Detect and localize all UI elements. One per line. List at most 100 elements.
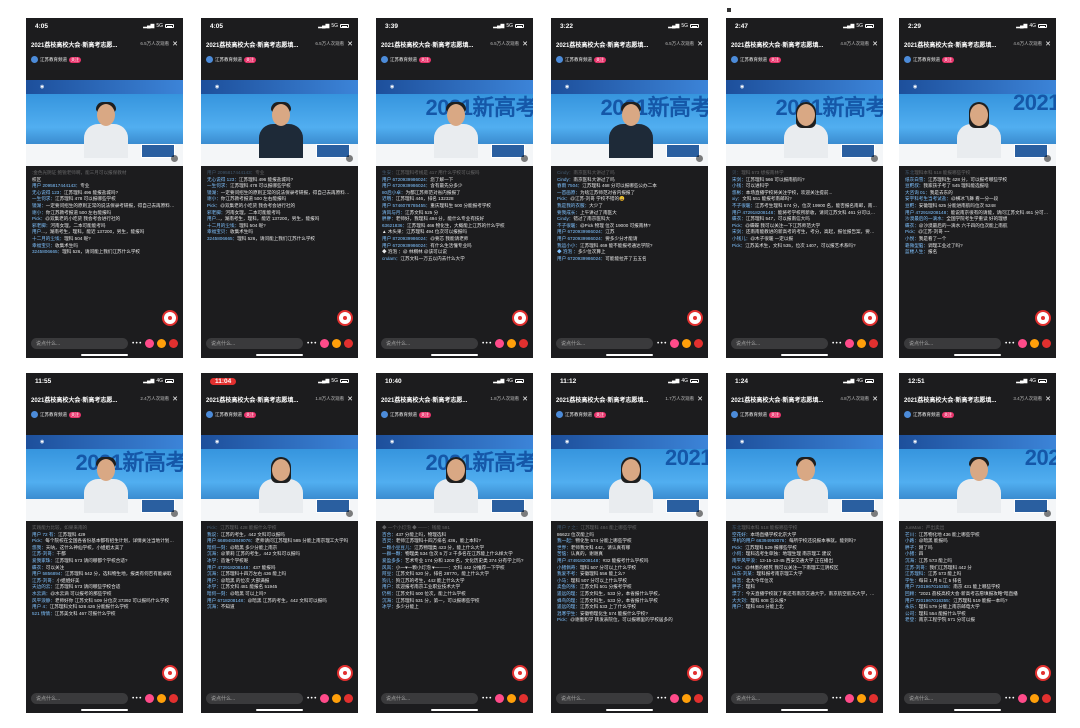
chat-username[interactable]: 用户 6720939986024： [382,243,430,248]
chat-username[interactable]: 用户 8720939986024： [382,236,430,241]
chat-username[interactable]: 十二月的尘埃： [207,223,239,228]
chat-username[interactable]: 用户 72 有： [32,532,58,537]
chat-username[interactable]: 小钱： [732,183,746,188]
gift-icon[interactable] [857,338,866,348]
gift-badge-icon[interactable] [337,310,353,326]
comment-input[interactable]: 说点什么... [904,692,1002,704]
chat-username[interactable]: 苦恼： [557,551,571,556]
chat-username[interactable]: 无心说得 123： [207,177,239,182]
live-video[interactable]: ◉ 2021新高考 [376,80,533,166]
chat-list[interactable]: :金色光阴证 鲍锐老师啊，能三月可以报保教材 校区 用户 2095817444143… [32,170,177,325]
chat-username[interactable]: 蝶衣： [32,565,46,570]
chat-list[interactable]: JunMan：严出卖出 芒川：江苏物化地 436 能上哪些学校 小路：@暗黑 能报吗… [905,525,1050,680]
chat-username[interactable]: 用户 6720939986024： [382,177,430,182]
chat-username[interactable]: 仍熙： [382,591,396,596]
chat-username[interactable]: 爱我家珠： [32,558,55,563]
chat-username[interactable]: 空花好： [732,532,750,537]
chat-username[interactable]: 用户 6718208148： [207,598,248,603]
chat-username[interactable]: 迟哦： [382,196,396,201]
chat-username[interactable]: 江苏理科： [905,571,928,576]
chat-username[interactable]: 蝶衣： [905,223,919,228]
fullscreen-icon[interactable] [171,510,178,517]
heart-icon[interactable] [495,338,504,348]
more-icon[interactable]: ••• [306,340,317,347]
chat-username[interactable]: Pick： [32,538,45,543]
chat-username[interactable]: Pick： [557,196,570,201]
chat-username[interactable]: 小何： [732,551,746,556]
chat-username[interactable]: 我运小小： [557,243,580,248]
gift-badge-icon[interactable] [687,665,703,681]
chat-username[interactable]: 阿豆： [382,571,396,576]
chat-username[interactable]: 用户 7201967016355： [905,598,953,603]
like-icon[interactable] [344,338,353,348]
like-icon[interactable] [344,693,353,703]
more-icon[interactable]: ••• [306,695,317,702]
comment-input[interactable]: 说点什么... [31,337,129,349]
chat-username[interactable]: xiy： [732,196,742,201]
fullscreen-icon[interactable] [346,510,353,517]
chat-username[interactable]: 春雨 7504： [557,183,582,188]
comment-input[interactable]: 说点什么... [731,337,829,349]
chat-username[interactable]: 幸福宝贝： [32,243,55,248]
live-video[interactable]: ◉ 2021新高考 [551,80,708,166]
chat-username[interactable]: 十二月的尘埃： [32,236,64,241]
chat-username[interactable]: 小马： [557,578,571,583]
chat-username[interactable]: 贝： [732,170,741,175]
chat-username[interactable]: 回顾： [905,591,919,596]
chat-username[interactable]: 我是我的衣服： [557,203,589,208]
follow-button[interactable]: 关注 [769,56,781,63]
chat-username[interactable]: 靠微型脑： [905,243,928,248]
chat-username[interactable]: 暗何一刻： [207,545,230,550]
follow-button[interactable]: 关注 [419,411,431,418]
more-icon[interactable]: ••• [131,695,142,702]
chat-username[interactable]: 宋剑： [732,229,746,234]
chat-username[interactable]: 江苏-刘哥： [905,565,930,570]
chat-username[interactable]: Pick： [732,545,745,550]
live-video[interactable]: ◉ 2021 [899,80,1056,166]
comment-input[interactable]: 说点什么... [206,337,304,349]
chat-username[interactable]: Pick： [207,525,220,530]
chat-username[interactable]: 胖胖： [382,216,396,221]
like-icon[interactable] [169,693,178,703]
avatar[interactable] [381,56,388,63]
close-icon[interactable]: ✕ [872,40,878,48]
chat-username[interactable]: Pick： [32,216,45,221]
chat-username[interactable]: 百灵： [382,538,396,543]
chat-username[interactable]: 用户 2095817444143： [32,183,80,188]
gift-badge-icon[interactable] [162,310,178,326]
follow-button[interactable]: 关注 [942,411,954,418]
more-icon[interactable]: ••• [831,695,842,702]
close-icon[interactable]: ✕ [347,395,353,403]
close-icon[interactable]: ✕ [172,395,178,403]
heart-icon[interactable] [320,338,329,348]
chat-list[interactable]: Cindy：南京医科大讲过了吗 Cindy：南京医科大讲过了吗 春雨 7504：江苏… [557,170,702,325]
gift-badge-icon[interactable] [1035,665,1051,681]
chat-username[interactable]: 风岚： [382,565,396,570]
chat-username[interactable]: 大咨询 01： [905,190,930,195]
more-icon[interactable]: ••• [831,340,842,347]
chat-username[interactable]: 清风与月： [382,210,405,215]
chat-username[interactable]: 小钱儿： [732,236,750,241]
chat-username[interactable]: 遥远的理： [557,591,580,596]
more-icon[interactable]: ••• [1004,340,1015,347]
live-video[interactable]: ◉ [201,435,358,521]
heart-icon[interactable] [145,338,154,348]
chat-username[interactable]: 东北 [732,525,741,530]
avatar[interactable] [206,411,213,418]
comment-input[interactable]: 说点什么... [556,692,654,704]
close-icon[interactable]: ✕ [1045,395,1051,403]
chat-username[interactable]: 80后小卓： [382,190,406,195]
chat-username[interactable]: Cindy： [557,170,573,175]
heart-icon[interactable] [670,338,679,348]
gift-icon[interactable] [332,338,341,348]
more-icon[interactable]: ••• [656,695,667,702]
chat-username[interactable]: 狗儿： [382,578,396,583]
gift-icon[interactable] [857,693,866,703]
chat-username[interactable]: 东北 [905,170,914,175]
chat-username[interactable]: 邪老脚： [207,210,225,215]
chat-list[interactable]: ◆ 一个小灯泡 ◆ ——：钱能 591 百合：437 分能上吗，物理选科 百灵：老师… [382,525,527,680]
gift-badge-icon[interactable] [862,665,878,681]
chat-username[interactable]: 纸灰白雪： [905,177,928,182]
chat-username[interactable]: 沉海： [207,571,221,576]
chat-username[interactable]: 宋剑： [732,177,746,182]
